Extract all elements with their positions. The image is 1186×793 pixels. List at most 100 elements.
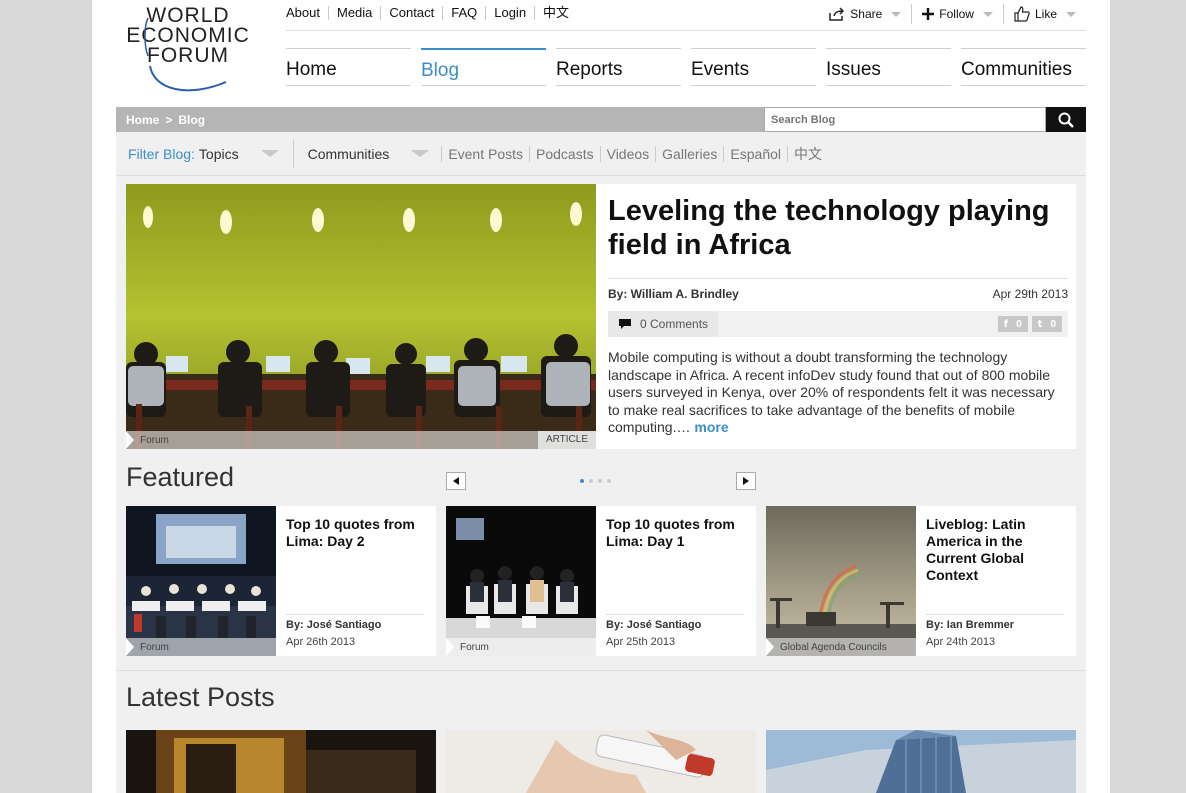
search-input[interactable]: [764, 107, 1046, 132]
panel-discussion-photo: [446, 506, 596, 656]
filter-podcasts[interactable]: Podcasts: [529, 145, 600, 162]
comment-icon: [619, 319, 631, 329]
share-button[interactable]: Share: [819, 4, 911, 24]
like-button[interactable]: Like: [1002, 4, 1086, 24]
hero-meta: By: William A. Brindley Apr 29th 2013: [608, 278, 1068, 301]
filter-galleries[interactable]: Galleries: [655, 145, 723, 162]
featured-author[interactable]: By: Ian Bremmer: [926, 619, 1064, 631]
topnav-faq[interactable]: FAQ: [442, 6, 485, 20]
featured-card[interactable]: Forum Top 10 quotes from Lima: Day 1 By:…: [446, 506, 756, 656]
communities-dropdown[interactable]: Communities: [308, 146, 390, 162]
carousel-dot[interactable]: [598, 479, 602, 483]
featured-meta: By: José Santiago Apr 26th 2013: [286, 614, 424, 648]
nav-events[interactable]: Events: [691, 48, 816, 86]
featured-date: Apr 26th 2013: [286, 636, 356, 648]
chevron-down-icon: [1066, 11, 1076, 17]
comments-link[interactable]: 0 Comments: [608, 311, 718, 337]
featured-image[interactable]: Forum: [126, 506, 276, 656]
latest-post-image[interactable]: [126, 730, 436, 793]
nav-communities[interactable]: Communities: [961, 48, 1086, 86]
image-caption-bar: Forum ARTICLE: [126, 431, 596, 449]
logo-swoosh-icon: [144, 17, 227, 92]
like-label: Like: [1034, 7, 1057, 21]
facebook-icon: f: [1003, 318, 1009, 330]
breadcrumb-current[interactable]: Blog: [178, 113, 205, 127]
featured-text: Liveblog: Latin America in the Current G…: [926, 516, 1068, 656]
share-label: Share: [850, 7, 883, 21]
latest-post-image[interactable]: [446, 730, 756, 793]
topnav-about[interactable]: About: [286, 6, 328, 20]
featured-meta: By: Ian Bremmer Apr 24th 2013: [926, 614, 1064, 648]
featured-author[interactable]: By: José Santiago: [606, 619, 744, 631]
topics-dropdown[interactable]: Topics: [199, 146, 239, 162]
chevron-down-icon[interactable]: [260, 150, 279, 157]
header-divider: [286, 30, 1086, 31]
featured-title[interactable]: Top 10 quotes from Lima: Day 1: [606, 516, 748, 550]
featured-carousel-controls: [446, 472, 756, 490]
hero-excerpt: Mobile computing is without a doubt tran…: [608, 349, 1068, 437]
top-nav: About Media Contact FAQ Login 中文: [286, 6, 577, 20]
image-caption-bar: Forum: [446, 638, 596, 656]
facebook-share-button[interactable]: f 0: [997, 316, 1028, 332]
hero-category-tag[interactable]: Forum: [140, 435, 169, 446]
wef-logo[interactable]: WORLD ECONOMIC FORUM: [118, 5, 258, 92]
hero-image[interactable]: Forum ARTICLE: [126, 184, 596, 449]
prev-button[interactable]: [446, 472, 466, 490]
next-button[interactable]: [736, 472, 756, 490]
arrow-right-icon: [743, 477, 749, 485]
breadcrumb-home[interactable]: Home: [126, 113, 159, 127]
facebook-count: 0: [1016, 318, 1022, 330]
chevron-down-icon[interactable]: [411, 150, 430, 157]
search-box: [764, 107, 1086, 132]
featured-card[interactable]: Forum Top 10 quotes from Lima: Day 2 By:…: [126, 506, 436, 656]
topnav-contact[interactable]: Contact: [380, 6, 442, 20]
featured-category-tag[interactable]: Global Agenda Councils: [780, 642, 887, 653]
featured-image[interactable]: Global Agenda Councils: [766, 506, 916, 656]
featured-date: Apr 24th 2013: [926, 636, 996, 648]
filter-event-posts[interactable]: Event Posts: [441, 145, 529, 162]
topnav-login[interactable]: Login: [485, 6, 534, 20]
nav-home[interactable]: Home: [286, 48, 411, 86]
latest-post-photo: [126, 730, 436, 793]
thumbs-up-icon: [1014, 6, 1030, 22]
filter-chinese[interactable]: 中文: [787, 145, 828, 162]
latest-post-image[interactable]: [766, 730, 1076, 793]
featured-author[interactable]: By: José Santiago: [286, 619, 424, 631]
featured-text: Top 10 quotes from Lima: Day 2 By: José …: [286, 516, 428, 656]
topnav-media[interactable]: Media: [327, 6, 380, 20]
share-icon: [829, 7, 845, 21]
hero-author[interactable]: By: William A. Brindley: [608, 287, 739, 301]
featured-title[interactable]: Liveblog: Latin America in the Current G…: [926, 516, 1068, 584]
divider: [292, 139, 294, 168]
featured-meta: By: José Santiago Apr 25th 2013: [606, 614, 744, 648]
featured-category-tag[interactable]: Forum: [140, 642, 169, 653]
internet-cafe-photo: [126, 184, 596, 449]
topnav-chinese[interactable]: 中文: [534, 6, 577, 20]
breadcrumb: Home > Blog: [116, 107, 1086, 132]
rainbow-harbor-photo: [766, 506, 916, 656]
more-link[interactable]: more: [694, 419, 728, 435]
hero-comment-row: 0 Comments f 0 t 0: [608, 311, 1068, 337]
carousel-dot[interactable]: [607, 479, 611, 483]
carousel-dot[interactable]: [580, 479, 584, 483]
image-caption-bar: Global Agenda Councils: [766, 638, 916, 656]
nav-blog[interactable]: Blog: [421, 48, 546, 86]
hero-text: Leveling the technology playing field in…: [608, 184, 1068, 437]
twitter-share-button[interactable]: t 0: [1031, 316, 1062, 332]
main-nav: Home Blog Reports Events Issues Communit…: [286, 48, 1086, 86]
page: WORLD ECONOMIC FORUM About Media Contact…: [92, 0, 1110, 793]
featured-category-tag[interactable]: Forum: [460, 642, 489, 653]
twitter-count: 0: [1050, 318, 1056, 330]
follow-button[interactable]: Follow: [911, 4, 1003, 24]
hero-title[interactable]: Leveling the technology playing field in…: [608, 194, 1068, 262]
featured-card[interactable]: Global Agenda Councils Liveblog: Latin A…: [766, 506, 1076, 656]
filter-videos[interactable]: Videos: [599, 145, 656, 162]
nav-reports[interactable]: Reports: [556, 48, 681, 86]
latest-post-photo: [446, 730, 756, 793]
nav-issues[interactable]: Issues: [826, 48, 951, 86]
featured-image[interactable]: Forum: [446, 506, 596, 656]
search-button[interactable]: [1046, 107, 1086, 132]
filter-espanol[interactable]: Español: [723, 145, 787, 162]
featured-title[interactable]: Top 10 quotes from Lima: Day 2: [286, 516, 428, 550]
carousel-dot[interactable]: [589, 479, 593, 483]
